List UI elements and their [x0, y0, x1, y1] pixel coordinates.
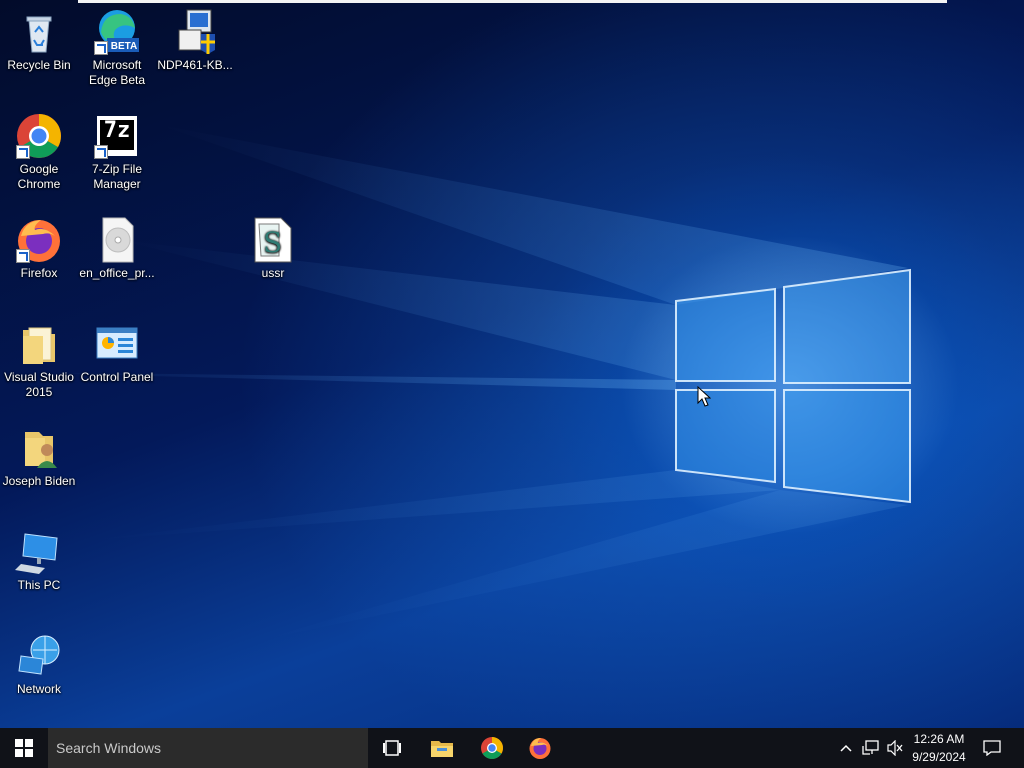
desktop-icon-7zip-file-manager[interactable]: 7z 7-Zip File Manager: [78, 112, 156, 192]
chrome-icon: [481, 737, 503, 759]
desktop: Recycle Bin Google Chrome Firefox Visual…: [0, 0, 1024, 728]
task-view-button[interactable]: [372, 728, 412, 768]
volume-muted-icon: [887, 740, 903, 756]
show-hidden-icons-button[interactable]: [836, 728, 856, 768]
desktop-icon-en-office-pr[interactable]: en_office_pr...: [78, 216, 156, 281]
script-file-icon: S: [249, 216, 297, 264]
start-button[interactable]: [0, 728, 48, 768]
desktop-icon-label: Microsoft Edge Beta: [88, 58, 146, 87]
control-panel-icon: [93, 320, 141, 368]
desktop-icon-microsoft-edge-beta[interactable]: BETA Microsoft Edge Beta: [78, 8, 156, 88]
chevron-up-icon: [840, 744, 852, 752]
clock-time: 12:26 AM: [913, 732, 965, 746]
chrome-icon: [15, 112, 63, 160]
user-folder-icon: [15, 424, 63, 472]
desktop-icon-label: en_office_pr...: [79, 266, 155, 280]
desktop-icon-firefox[interactable]: Firefox: [0, 216, 78, 281]
network-icon: [862, 740, 879, 755]
desktop-icon-label: Network: [16, 682, 61, 696]
mouse-cursor: [697, 386, 711, 407]
desktop-icon-label: ussr: [261, 266, 285, 280]
desktop-icon-label: 7-Zip File Manager: [91, 162, 142, 191]
7z-badge: 7z: [103, 118, 131, 143]
firefox-icon: [15, 216, 63, 264]
network-icon: [15, 632, 63, 680]
svg-text:S: S: [263, 226, 282, 259]
desktop-icon-label: Control Panel: [80, 370, 154, 384]
desktop-icon-label: This PC: [17, 578, 61, 592]
installer-icon: [171, 8, 219, 56]
folder-icon: [15, 320, 63, 368]
desktop-icon-label: Visual Studio 2015: [4, 370, 74, 399]
desktop-icon-label: Recycle Bin: [7, 58, 71, 72]
edge-beta-icon: BETA: [93, 8, 141, 56]
action-center-button[interactable]: [978, 728, 1006, 768]
beta-badge: BETA: [110, 41, 138, 52]
recycle-bin-icon: [15, 8, 63, 56]
desktop-icon-recycle-bin[interactable]: Recycle Bin: [0, 8, 78, 73]
clock-date: 9/29/2024: [912, 750, 966, 764]
shortcut-arrow-icon: [16, 145, 30, 159]
desktop-icon-google-chrome[interactable]: Google Chrome: [0, 112, 78, 192]
taskbar-file-explorer[interactable]: [422, 728, 462, 768]
windows-wallpaper-logo: [675, 268, 911, 504]
search-placeholder: Search Windows: [56, 740, 162, 756]
shortcut-arrow-icon: [94, 41, 108, 55]
desktop-icon-visual-studio-2015[interactable]: Visual Studio 2015: [0, 320, 78, 400]
desktop-icon-label: Google Chrome: [17, 162, 61, 191]
file-explorer-icon: [431, 741, 453, 757]
task-view-icon: [383, 740, 401, 756]
desktop-icon-joseph-biden[interactable]: Joseph Biden: [0, 424, 78, 489]
taskbar-chrome[interactable]: [472, 728, 512, 768]
desktop-icon-ussr[interactable]: S ussr: [234, 216, 312, 281]
taskbar-firefox[interactable]: [520, 728, 560, 768]
taskbar: Search Windows 12:26 AM 9/29/2024: [0, 728, 1024, 768]
shortcut-arrow-icon: [16, 249, 30, 263]
desktop-icon-this-pc[interactable]: This PC: [0, 528, 78, 593]
window-edge-line: [78, 0, 947, 3]
desktop-icon-control-panel[interactable]: Control Panel: [78, 320, 156, 385]
volume-button[interactable]: [884, 728, 906, 768]
action-center-icon: [983, 740, 1001, 756]
desktop-icon-network[interactable]: Network: [0, 632, 78, 697]
system-clock[interactable]: 12:26 AM 9/29/2024: [904, 730, 974, 766]
windows-logo-icon: [15, 739, 33, 757]
desktop-icon-label: Joseph Biden: [2, 474, 76, 488]
shortcut-arrow-icon: [94, 145, 108, 159]
search-box[interactable]: Search Windows: [48, 728, 368, 768]
7zip-icon: 7z: [93, 112, 141, 160]
desktop-icon-ndp461-kb[interactable]: NDP461-KB...: [156, 8, 234, 73]
desktop-icon-label: NDP461-KB...: [157, 58, 233, 72]
firefox-icon: [529, 738, 551, 759]
computer-icon: [15, 528, 63, 576]
disc-image-icon: [93, 216, 141, 264]
desktop-icon-label: Firefox: [20, 266, 58, 280]
network-status-button[interactable]: [860, 728, 882, 768]
